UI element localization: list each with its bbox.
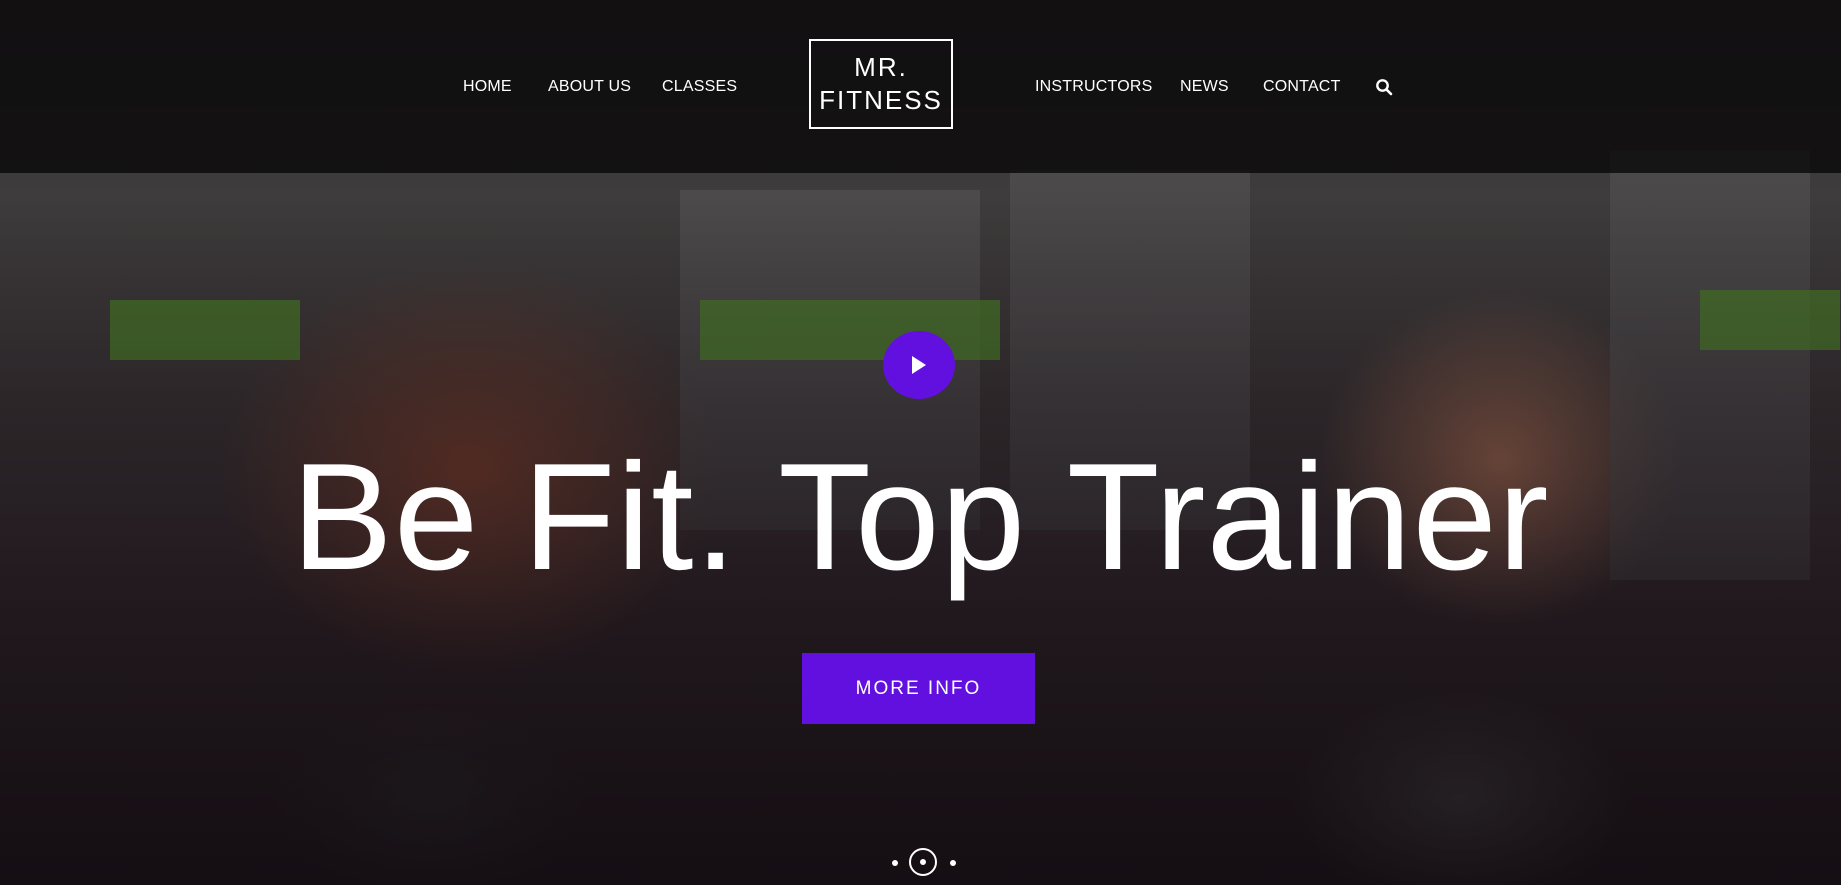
logo-line-1: MR. [854,52,908,82]
nav-news[interactable]: NEWS [1180,78,1229,96]
slider-pagination [889,848,959,878]
logo-line-2: FITNESS [819,85,943,115]
site-logo[interactable]: MR. FITNESS [809,39,953,129]
nav-classes[interactable]: CLASSES [662,78,737,96]
slider-dot-1[interactable] [892,860,898,866]
site-header: HOME ABOUT US CLASSES MR. FITNESS INSTRU… [0,0,1841,173]
nav-about-us[interactable]: ABOUT US [548,78,631,96]
search-icon[interactable] [1375,78,1393,96]
hero-title: Be Fit. Top Trainer [291,432,1550,602]
slider-dot-2-active[interactable] [909,848,937,876]
slider-dot-3[interactable] [950,860,956,866]
play-icon [912,356,926,374]
nav-contact[interactable]: CONTACT [1263,78,1341,96]
more-info-button[interactable]: MORE INFO [802,653,1035,724]
nav-home[interactable]: HOME [463,78,512,96]
play-video-button[interactable] [883,331,955,399]
nav-instructors[interactable]: INSTRUCTORS [1035,78,1152,96]
